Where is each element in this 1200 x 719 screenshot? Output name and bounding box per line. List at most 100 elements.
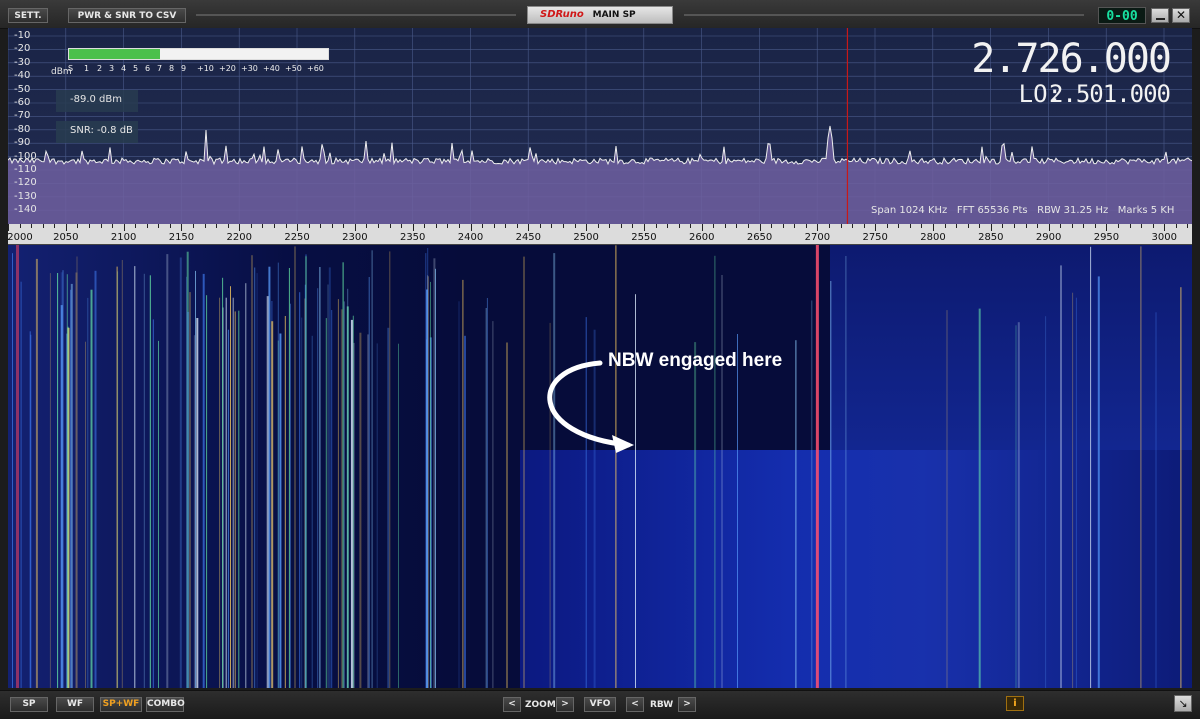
export-csv-button[interactable]: PWR & SNR TO CSV xyxy=(68,8,186,23)
settings-button[interactable]: SETT. xyxy=(8,8,48,23)
arrow-curve xyxy=(547,360,631,448)
axis-tick xyxy=(852,224,854,228)
axis-tick xyxy=(8,224,9,231)
sp-wf-mode-button[interactable]: SP+WF xyxy=(100,697,142,712)
axis-tick xyxy=(828,224,830,228)
axis-tick xyxy=(724,224,726,228)
axis-tick xyxy=(320,224,322,228)
vfo-frequency[interactable]: 2.726.000 xyxy=(971,36,1172,82)
axis-tick xyxy=(204,224,206,228)
axis-tick xyxy=(482,224,484,228)
axis-label: 2450 xyxy=(515,232,542,243)
axis-tick xyxy=(169,224,171,228)
axis-label: 2250 xyxy=(284,232,310,243)
waterfall-display[interactable] xyxy=(8,245,1192,688)
axis-tick xyxy=(77,224,79,228)
s-scale-label: +20 xyxy=(219,64,236,73)
close-button[interactable]: ✕ xyxy=(1172,8,1190,23)
window-title: SDRuno MAIN SP xyxy=(527,6,673,24)
y-axis-label: -120 xyxy=(14,177,37,189)
axis-tick xyxy=(146,224,148,228)
axis-label: 2150 xyxy=(168,232,195,243)
wf-mode-button[interactable]: WF xyxy=(56,697,94,712)
s-scale-label: 2 xyxy=(97,64,103,73)
axis-label: 2350 xyxy=(399,232,426,243)
axis-tick xyxy=(1060,224,1062,228)
resize-handle[interactable]: ↘ xyxy=(1174,695,1192,712)
axis-tick xyxy=(308,224,310,228)
axis-tick xyxy=(19,224,21,228)
axis-label: 2300 xyxy=(342,232,368,243)
rbw-increase-button[interactable]: > xyxy=(678,697,696,712)
title-divider-left xyxy=(196,14,516,16)
axis-label: 2050 xyxy=(53,232,79,243)
s-scale-label: +60 xyxy=(307,64,324,73)
vfo-button[interactable]: VFO xyxy=(584,697,616,712)
axis-tick xyxy=(863,224,865,228)
axis-label: 2750 xyxy=(862,232,888,243)
axis-tick xyxy=(1106,224,1108,231)
axis-tick xyxy=(805,224,807,228)
axis-tick xyxy=(135,224,137,228)
snr-readout: SNR: -0.8 dB xyxy=(56,121,138,143)
axis-label: 2550 xyxy=(631,232,657,243)
axis-tick xyxy=(1118,224,1119,228)
axis-tick xyxy=(447,224,449,228)
axis-tick xyxy=(65,224,67,231)
y-axis-label: -70 xyxy=(14,110,31,122)
title-divider-right xyxy=(684,14,1084,16)
axis-tick xyxy=(1071,224,1073,228)
axis-label: 2800 xyxy=(920,232,946,243)
axis-tick xyxy=(701,224,703,231)
lo-frequency[interactable]: 2.501.000 xyxy=(1049,80,1171,108)
frequency-axis[interactable]: 2000 2050 2100 2150 2200 2250 2300 2350 2400 2450… xyxy=(7,224,1192,245)
zoom-out-button[interactable]: < xyxy=(503,697,521,712)
axis-tick xyxy=(366,224,368,228)
axis-label: 2850 xyxy=(978,232,1004,243)
axis-tick xyxy=(505,224,507,228)
annotation-arrow xyxy=(547,360,634,453)
axis-label: 2950 xyxy=(1093,232,1120,243)
axis-tick xyxy=(435,224,437,228)
close-icon: ✕ xyxy=(1176,8,1187,22)
y-axis-label: -110 xyxy=(14,164,37,175)
axis-tick xyxy=(528,224,530,231)
axis-tick xyxy=(424,224,426,228)
combo-mode-button[interactable]: COMBO xyxy=(146,697,185,712)
axis-tick xyxy=(262,224,264,228)
y-axis-label: -80 xyxy=(14,123,31,135)
y-axis-label: -130 xyxy=(14,190,37,202)
axis-tick xyxy=(389,224,391,228)
sp-mode-button[interactable]: SP xyxy=(10,697,48,712)
axis-tick xyxy=(493,224,495,228)
spectrum-display[interactable]: -10 -20 -30 -40 -50 -60 -70 -80 -90 -100 -110 -120-… xyxy=(8,28,1192,224)
axis-label: 2900 xyxy=(1035,232,1062,243)
axis-tick xyxy=(1141,224,1143,228)
axis-tick xyxy=(181,224,183,231)
axis-tick xyxy=(458,224,460,228)
s-scale-label: +10 xyxy=(197,64,214,73)
axis-tick xyxy=(1083,224,1085,228)
axis-tick xyxy=(470,224,472,231)
axis-tick xyxy=(713,224,715,228)
window-title-text: MAIN SP xyxy=(592,10,636,20)
axis-tick xyxy=(678,224,680,228)
minimize-button[interactable] xyxy=(1151,8,1169,23)
axis-tick xyxy=(123,224,125,231)
axis-tick xyxy=(748,224,749,228)
s-scale-label: 7 xyxy=(157,64,163,73)
axis-tick xyxy=(1152,224,1154,228)
y-axis-label: -100 xyxy=(14,150,37,162)
s-scale-label: 5 xyxy=(133,64,139,73)
axis-tick xyxy=(736,224,738,228)
axis-tick xyxy=(227,224,229,228)
axis-tick xyxy=(516,224,518,228)
s-scale-label: 4 xyxy=(121,64,127,73)
span-info: Span 1024 KHz FFT 65536 Pts RBW 31.25 Hz… xyxy=(871,205,1175,216)
axis-tick xyxy=(643,224,645,231)
info-button[interactable]: i xyxy=(1006,696,1024,711)
axis-tick xyxy=(759,224,761,231)
zoom-in-button[interactable]: > xyxy=(556,697,574,712)
rbw-decrease-button[interactable]: < xyxy=(626,697,644,712)
s-scale-label: 6 xyxy=(145,64,151,73)
